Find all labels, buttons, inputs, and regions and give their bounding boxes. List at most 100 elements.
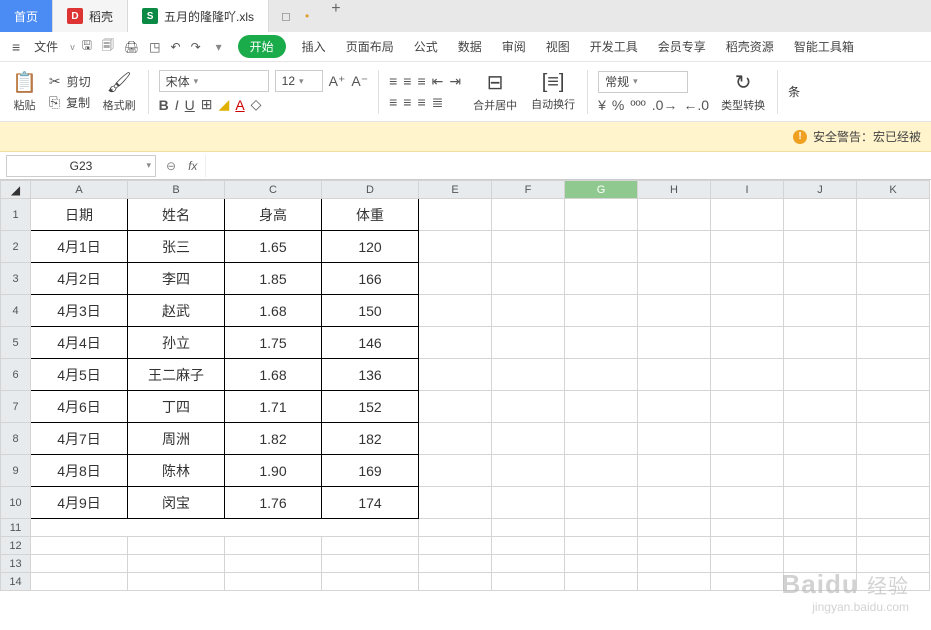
cell[interactable] bbox=[565, 263, 638, 295]
cell[interactable] bbox=[711, 519, 784, 537]
cell[interactable]: 张三 bbox=[128, 231, 225, 263]
menu-formula[interactable]: 公式 bbox=[406, 38, 446, 55]
cell[interactable]: 闵宝 bbox=[128, 487, 225, 519]
menu-insert[interactable]: 插入 bbox=[294, 38, 334, 55]
tab-doke[interactable]: D 稻壳 bbox=[53, 0, 128, 32]
cell[interactable] bbox=[638, 573, 711, 591]
cell[interactable] bbox=[784, 537, 857, 555]
cell[interactable]: 4月7日 bbox=[31, 423, 128, 455]
row-header[interactable]: 13 bbox=[1, 555, 31, 573]
cell[interactable] bbox=[784, 573, 857, 591]
conditional-label[interactable]: 条 bbox=[788, 83, 800, 100]
paste-button[interactable]: 📋 粘贴 bbox=[10, 70, 39, 113]
cell[interactable]: 120 bbox=[322, 231, 419, 263]
menu-resources[interactable]: 稻壳资源 bbox=[718, 38, 782, 55]
cell[interactable]: 1.68 bbox=[225, 295, 322, 327]
cell[interactable] bbox=[565, 573, 638, 591]
cell[interactable]: 4月4日 bbox=[31, 327, 128, 359]
cell[interactable] bbox=[492, 327, 565, 359]
col-header-c[interactable]: C bbox=[225, 181, 322, 199]
cell[interactable] bbox=[857, 199, 930, 231]
cell[interactable] bbox=[711, 231, 784, 263]
cell[interactable] bbox=[492, 199, 565, 231]
cell[interactable]: 174 bbox=[322, 487, 419, 519]
row-header[interactable]: 4 bbox=[1, 295, 31, 327]
cell[interactable]: 1.82 bbox=[225, 423, 322, 455]
col-header-k[interactable]: K bbox=[857, 181, 930, 199]
cell[interactable] bbox=[492, 573, 565, 591]
row-header[interactable]: 12 bbox=[1, 537, 31, 555]
cell[interactable] bbox=[784, 199, 857, 231]
cell[interactable]: 166 bbox=[322, 263, 419, 295]
row-header[interactable]: 1 bbox=[1, 199, 31, 231]
cell[interactable]: 身高 bbox=[225, 199, 322, 231]
new-tab-button[interactable]: + bbox=[321, 0, 350, 32]
cell[interactable] bbox=[419, 423, 492, 455]
border-icon[interactable]: ⊞ bbox=[201, 96, 213, 113]
cell[interactable]: 1.68 bbox=[225, 359, 322, 391]
cell[interactable]: 王二麻子 bbox=[128, 359, 225, 391]
cell[interactable] bbox=[711, 423, 784, 455]
cell[interactable] bbox=[419, 327, 492, 359]
cell[interactable] bbox=[638, 231, 711, 263]
cell[interactable] bbox=[419, 573, 492, 591]
cell[interactable] bbox=[638, 199, 711, 231]
cell[interactable] bbox=[492, 423, 565, 455]
fill-color-icon[interactable]: ◢ bbox=[219, 96, 230, 113]
percent-icon[interactable]: % bbox=[612, 97, 624, 113]
cell[interactable] bbox=[784, 359, 857, 391]
cell[interactable] bbox=[857, 537, 930, 555]
cell[interactable]: 4月6日 bbox=[31, 391, 128, 423]
cell[interactable] bbox=[492, 391, 565, 423]
cell[interactable] bbox=[225, 555, 322, 573]
cell[interactable] bbox=[638, 263, 711, 295]
row-header[interactable]: 5 bbox=[1, 327, 31, 359]
align-middle-icon[interactable]: ≡ bbox=[403, 73, 411, 89]
save-as-icon[interactable]: 🗐 bbox=[99, 36, 117, 57]
cell[interactable] bbox=[31, 573, 128, 591]
cell[interactable] bbox=[492, 231, 565, 263]
cell[interactable] bbox=[31, 519, 419, 537]
cell[interactable]: 体重 bbox=[322, 199, 419, 231]
cell[interactable] bbox=[857, 263, 930, 295]
cell[interactable]: 4月1日 bbox=[31, 231, 128, 263]
window-mode-icon[interactable]: ◻ bbox=[281, 9, 291, 23]
col-header-h[interactable]: H bbox=[638, 181, 711, 199]
cell[interactable] bbox=[784, 263, 857, 295]
font-color-icon[interactable]: A bbox=[235, 97, 244, 113]
tab-home[interactable]: 首页 bbox=[0, 0, 53, 32]
col-header-e[interactable]: E bbox=[419, 181, 492, 199]
scissors-icon[interactable]: ✂ bbox=[49, 73, 61, 90]
distribute-icon[interactable]: ≣ bbox=[432, 94, 444, 111]
cell[interactable] bbox=[565, 423, 638, 455]
cell[interactable] bbox=[857, 359, 930, 391]
cell[interactable] bbox=[565, 555, 638, 573]
align-left-icon[interactable]: ≡ bbox=[389, 94, 397, 110]
cell[interactable]: 姓名 bbox=[128, 199, 225, 231]
cell[interactable] bbox=[565, 327, 638, 359]
menu-dev[interactable]: 开发工具 bbox=[582, 38, 646, 55]
decimal-dec-icon[interactable]: ←.0 bbox=[683, 97, 709, 113]
currency-icon[interactable]: ¥ bbox=[598, 97, 606, 113]
row-header[interactable]: 10 bbox=[1, 487, 31, 519]
cell[interactable] bbox=[784, 455, 857, 487]
cell[interactable] bbox=[857, 231, 930, 263]
cell[interactable] bbox=[784, 231, 857, 263]
dropdown-arrow-icon[interactable]: ▾ bbox=[208, 40, 230, 54]
cell[interactable] bbox=[784, 487, 857, 519]
print-icon[interactable]: 🖨 bbox=[121, 40, 142, 54]
cell[interactable] bbox=[857, 555, 930, 573]
cell[interactable] bbox=[565, 487, 638, 519]
cell[interactable]: 150 bbox=[322, 295, 419, 327]
cell[interactable] bbox=[419, 537, 492, 555]
cell[interactable]: 182 bbox=[322, 423, 419, 455]
name-box[interactable]: G23 ▾ bbox=[6, 155, 156, 177]
increase-font-icon[interactable]: A⁺ bbox=[329, 73, 346, 90]
cell[interactable] bbox=[322, 537, 419, 555]
row-header[interactable]: 7 bbox=[1, 391, 31, 423]
cell[interactable] bbox=[565, 537, 638, 555]
cell[interactable] bbox=[492, 519, 565, 537]
menu-tools[interactable]: 智能工具箱 bbox=[786, 38, 862, 55]
col-header-d[interactable]: D bbox=[322, 181, 419, 199]
indent-right-icon[interactable]: ⇥ bbox=[449, 73, 461, 90]
